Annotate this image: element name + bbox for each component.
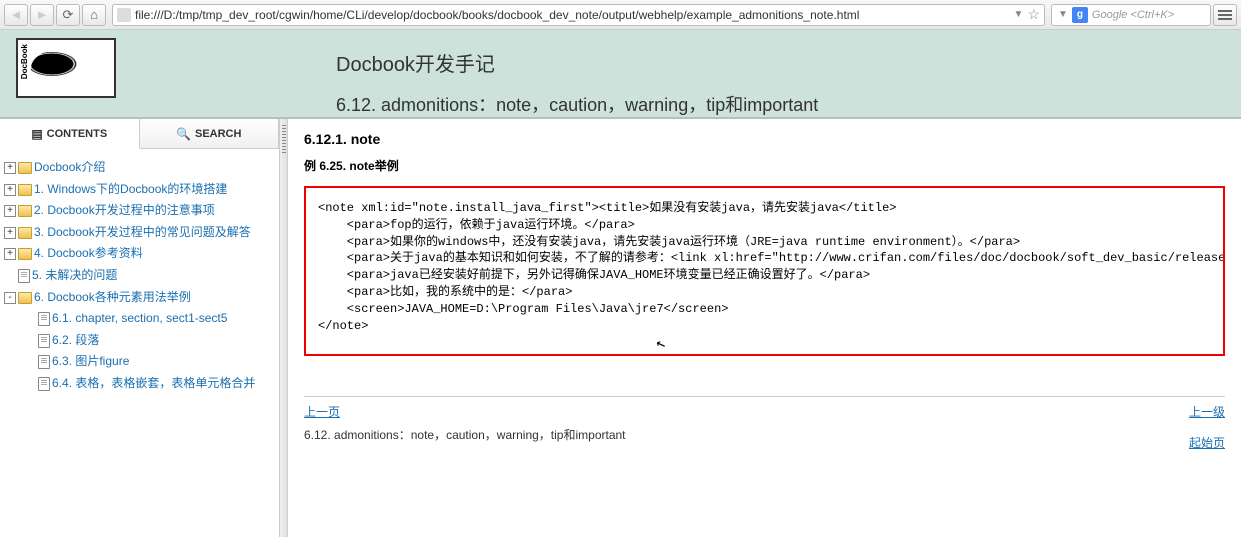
search-icon: 🔍 [176, 127, 191, 141]
page-identity-icon [117, 8, 131, 22]
page-icon [38, 334, 50, 348]
google-engine-icon: g [1072, 7, 1088, 23]
toc-tree: +Docbook介绍+1. Windows下的Docbook的环境搭建+2. D… [0, 149, 279, 537]
expand-icon[interactable]: + [4, 248, 16, 260]
footer-navigation: 上一页 6.12. admonitions：note，caution，warni… [304, 396, 1225, 451]
tree-link[interactable]: Docbook介绍 [34, 160, 105, 176]
tree-link[interactable]: 6. Docbook各种元素用法举例 [34, 290, 191, 306]
search-placeholder: Google <Ctrl+K> [1092, 9, 1174, 21]
docbook-logo: DocBook [16, 38, 116, 98]
folder-icon [18, 248, 32, 260]
folder-icon [18, 162, 32, 174]
url-bar[interactable]: file:///D:/tmp/tmp_dev_root/cgwin/home/C… [112, 4, 1045, 26]
tree-link[interactable]: 2. Docbook开发过程中的注意事项 [34, 203, 215, 219]
tree-item[interactable]: - 6. Docbook各种元素用法举例 [4, 287, 275, 309]
tree-link[interactable]: 6.1. chapter, section, sect1-sect5 [52, 311, 227, 327]
tree-spacer [24, 313, 36, 325]
tab-search-label: SEARCH [195, 128, 241, 140]
page-icon [18, 269, 30, 283]
tree-link[interactable]: 5. 未解决的问题 [32, 268, 117, 284]
search-dropdown-icon[interactable]: ▼ [1058, 9, 1068, 20]
logo-text: DocBook [20, 44, 29, 79]
tab-contents-label: CONTENTS [47, 128, 108, 140]
sidebar: ▤ CONTENTS 🔍 SEARCH + Docbook介绍 +1. Window… [0, 119, 280, 537]
prev-page-link[interactable]: 上一页 [304, 405, 340, 419]
expand-icon[interactable]: + [4, 205, 16, 217]
mouse-cursor-icon: ↖ [652, 332, 669, 356]
tree-item[interactable]: 6.4. 表格，表格嵌套，表格单元格合并 [4, 373, 275, 395]
reload-button[interactable]: ⟳ [56, 4, 80, 26]
folder-icon [18, 227, 32, 239]
home-button[interactable]: ⌂ [82, 4, 106, 26]
url-text: file:///D:/tmp/tmp_dev_root/cgwin/home/C… [135, 8, 1010, 22]
tree-item[interactable]: 6.2. 段落 [4, 330, 275, 352]
page-header: DocBook Docbook开发手记 6.12. admonitions：no… [0, 30, 1241, 119]
sidebar-resize-handle[interactable] [280, 119, 288, 537]
tree-spacer [24, 356, 36, 368]
tree-item[interactable]: 6.1. chapter, section, sect1-sect5 [4, 308, 275, 330]
dropdown-icon[interactable]: ▼ [1014, 9, 1024, 20]
page-icon [38, 312, 50, 326]
folder-icon [18, 292, 32, 304]
tab-contents[interactable]: ▤ CONTENTS [0, 119, 140, 149]
chapter-title: 6.12. admonitions：note，caution，warning，t… [336, 91, 818, 117]
folder-icon [18, 184, 32, 196]
back-button[interactable]: ◄ [4, 4, 28, 26]
tree-link[interactable]: 3. Docbook开发过程中的常见问题及解答 [34, 225, 251, 241]
browser-toolbar: ◄ ► ⟳ ⌂ file:///D:/tmp/tmp_dev_root/cgwi… [0, 0, 1241, 30]
prev-page-title: 6.12. admonitions：note，caution，warning，t… [304, 426, 626, 443]
collapse-icon[interactable]: - [4, 292, 16, 304]
sidebar-tabs: ▤ CONTENTS 🔍 SEARCH [0, 119, 279, 149]
tree-spacer [4, 270, 16, 282]
main-content: 6.12.1. note 例 6.25. note举例 <note xml:id… [288, 119, 1241, 537]
expand-icon[interactable]: + [4, 227, 16, 239]
tree-item[interactable]: +3. Docbook开发过程中的常见问题及解答 [4, 222, 275, 244]
tree-link[interactable]: 4. Docbook参考资料 [34, 246, 143, 262]
tree-item[interactable]: +2. Docbook开发过程中的注意事项 [4, 200, 275, 222]
tree-item[interactable]: +1. Windows下的Docbook的环境搭建 [4, 179, 275, 201]
tree-link[interactable]: 6.2. 段落 [52, 333, 99, 349]
code-text: <note xml:id="note.install_java_first"><… [318, 201, 1225, 333]
tree-item[interactable]: + Docbook介绍 [4, 157, 275, 179]
forward-button[interactable]: ► [30, 4, 54, 26]
expand-icon[interactable]: + [4, 184, 16, 196]
expand-icon[interactable]: + [4, 162, 16, 174]
page-icon [38, 355, 50, 369]
tree-item[interactable]: 5. 未解决的问题 [4, 265, 275, 287]
book-icon: ▤ [31, 127, 42, 141]
tab-search[interactable]: 🔍 SEARCH [140, 119, 280, 148]
book-title: Docbook开发手记 [336, 48, 818, 77]
section-heading: 6.12.1. note [304, 131, 1225, 147]
folder-icon [18, 205, 32, 217]
grip-icon [282, 125, 286, 155]
tree-item[interactable]: +4. Docbook参考资料 [4, 243, 275, 265]
browser-search-box[interactable]: ▼ g Google <Ctrl+K> [1051, 4, 1211, 26]
up-level-link[interactable]: 上一级 [1189, 405, 1225, 419]
home-page-link[interactable]: 起始页 [1189, 436, 1225, 450]
page-icon [38, 377, 50, 391]
code-example-box: <note xml:id="note.install_java_first"><… [304, 186, 1225, 356]
tree-link[interactable]: 1. Windows下的Docbook的环境搭建 [34, 182, 227, 198]
tree-link[interactable]: 6.4. 表格，表格嵌套，表格单元格合并 [52, 376, 255, 392]
example-heading: 例 6.25. note举例 [304, 157, 1225, 174]
hamburger-icon [1218, 14, 1232, 16]
tree-spacer [24, 378, 36, 390]
bookmark-star-icon[interactable]: ☆ [1027, 6, 1040, 23]
menu-button[interactable] [1213, 4, 1237, 26]
duck-icon [31, 48, 101, 88]
tree-link[interactable]: 6.3. 图片figure [52, 354, 129, 370]
tree-item[interactable]: 6.3. 图片figure [4, 351, 275, 373]
tree-spacer [24, 335, 36, 347]
